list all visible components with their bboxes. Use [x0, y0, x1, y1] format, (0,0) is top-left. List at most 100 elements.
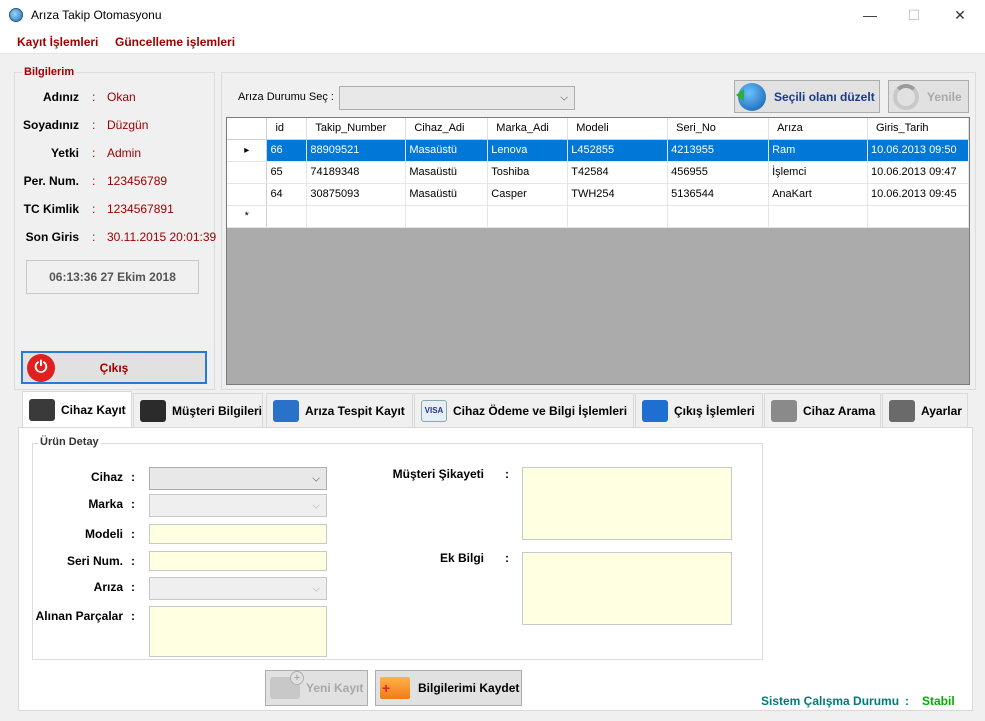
extra-info-colon: :: [505, 551, 509, 565]
field-select[interactable]: ⌵: [149, 577, 327, 600]
table-cell[interactable]: 88909521: [306, 139, 407, 162]
row-header[interactable]: [227, 183, 268, 206]
field-textarea[interactable]: [149, 606, 327, 657]
field-input[interactable]: [149, 524, 327, 544]
table-cell[interactable]: Masaüstü: [405, 139, 489, 162]
form-colon: :: [131, 470, 135, 484]
table-cell[interactable]: Lenova: [487, 139, 569, 162]
form-label: Arıza: [93, 580, 123, 594]
table-cell[interactable]: Ram: [768, 139, 868, 162]
table-cell[interactable]: L452855: [567, 139, 669, 162]
table-cell[interactable]: 10.06.2013 09:47: [867, 161, 969, 184]
table-cell[interactable]: T42584: [567, 161, 669, 184]
close-button[interactable]: ✕: [937, 0, 983, 30]
info-colon: :: [92, 230, 96, 244]
table-cell[interactable]: [867, 205, 969, 228]
tab-label: Cihaz Kayıt: [61, 403, 126, 417]
column-header[interactable]: Marka_Adi: [487, 118, 569, 140]
table-cell[interactable]: 10.06.2013 09:50: [867, 139, 969, 162]
exit-button[interactable]: ⏻ Çıkış: [21, 351, 207, 384]
save-button[interactable]: + Bilgilerimi Kaydet: [375, 670, 522, 706]
table-cell[interactable]: 30875093: [306, 183, 407, 206]
column-header[interactable]: id: [266, 118, 308, 140]
info-value: Okan: [107, 90, 136, 104]
table-cell[interactable]: 64: [266, 183, 308, 206]
form-label: Marka: [88, 497, 123, 511]
table-cell[interactable]: [266, 205, 308, 228]
table-cell[interactable]: 74189348: [306, 161, 407, 184]
status-label: Sistem Çalışma Durumu: [761, 694, 900, 708]
tab-4[interactable]: VISA Cihaz Ödeme ve Bilgi İşlemleri: [414, 393, 634, 427]
table-cell[interactable]: 456955: [667, 161, 770, 184]
info-colon: :: [92, 174, 96, 188]
tab-6[interactable]: Cihaz Arama: [764, 393, 881, 427]
edit-selected-button[interactable]: Seçili olanı düzelt: [734, 80, 880, 113]
column-header[interactable]: Giris_Tarih: [867, 118, 969, 140]
tab-3[interactable]: Arıza Tespit Kayıt: [266, 393, 413, 427]
table-row[interactable]: 64 30875093 Masaüstü Casper TWH254 5136544 Ana…: [227, 183, 969, 206]
complaint-colon: :: [505, 467, 509, 481]
table-cell[interactable]: [306, 205, 407, 228]
info-value: 1234567891: [107, 202, 174, 216]
table-cell[interactable]: [768, 205, 868, 228]
minimize-button[interactable]: —: [847, 0, 893, 30]
info-colon: :: [92, 146, 96, 160]
tab-5[interactable]: Çıkış İşlemleri: [635, 393, 763, 427]
table-cell[interactable]: Toshiba: [487, 161, 569, 184]
row-header[interactable]: ▸: [227, 139, 268, 162]
info-value: Admin: [107, 146, 142, 160]
info-value: Düzgün: [107, 118, 149, 132]
field-input[interactable]: [149, 551, 327, 571]
tab-7[interactable]: Ayarlar: [882, 393, 968, 427]
urun-detay-title: Ürün Detay: [38, 436, 101, 448]
table-cell[interactable]: 65: [266, 161, 308, 184]
field-select[interactable]: ⌵: [149, 494, 327, 517]
tab-label: Ayarlar: [921, 403, 962, 418]
table-cell[interactable]: [487, 205, 569, 228]
refresh-icon: [893, 83, 919, 110]
tab-label: Cihaz Ödeme ve Bilgi İşlemleri: [453, 403, 628, 418]
column-header[interactable]: Modeli: [567, 118, 669, 140]
table-row[interactable]: ▸ 66 88909521 Masaüstü Lenova L452855 4213955 R…: [227, 139, 969, 162]
filter-label: Arıza Durumu Seç :: [238, 91, 334, 103]
table-cell[interactable]: AnaKart: [768, 183, 868, 206]
table-cell[interactable]: Masaüstü: [405, 161, 489, 184]
column-header[interactable]: Takip_Number: [306, 118, 407, 140]
table-cell[interactable]: TWH254: [567, 183, 669, 206]
table-cell[interactable]: 10.06.2013 09:45: [867, 183, 969, 206]
form-colon: :: [131, 527, 135, 541]
tab-1[interactable]: Cihaz Kayıt: [22, 391, 132, 428]
tab-2[interactable]: Müşteri Bilgileri: [133, 393, 263, 427]
field-select[interactable]: ⌵: [149, 467, 327, 490]
tab-label: Müşteri Bilgileri: [172, 403, 263, 418]
table-cell[interactable]: [567, 205, 669, 228]
column-header[interactable]: Arıza: [768, 118, 868, 140]
table-cell[interactable]: 66: [266, 139, 308, 162]
info-value: 30.11.2015 20:01:39: [107, 230, 217, 244]
menu-guncelleme-islemleri[interactable]: Güncelleme işlemleri: [115, 35, 235, 49]
new-record-button[interactable]: + Yeni Kayıt: [265, 670, 368, 706]
menu-kayit-islemleri[interactable]: Kayıt İşlemleri: [17, 35, 98, 49]
column-header[interactable]: Cihaz_Adi: [405, 118, 489, 140]
table-row[interactable]: 65 74189348 Masaüstü Toshiba T42584 456955 İşl…: [227, 161, 969, 184]
table-cell[interactable]: [405, 205, 489, 228]
extra-info-textarea[interactable]: [522, 552, 732, 625]
records-grid[interactable]: id Takip_Number Cihaz_Adi Marka_Adi Modeli Se…: [226, 117, 970, 385]
form-colon: :: [131, 609, 135, 623]
table-cell[interactable]: Masaüstü: [405, 183, 489, 206]
table-cell[interactable]: [667, 205, 770, 228]
exit-door-icon: [642, 399, 668, 422]
row-header[interactable]: [227, 161, 268, 184]
new-row[interactable]: *: [227, 205, 969, 228]
menu-bar: Kayıt İşlemleri Güncelleme işlemleri: [0, 30, 985, 54]
refresh-button[interactable]: Yenile: [888, 80, 969, 113]
user-icon: [140, 399, 166, 422]
complaint-textarea[interactable]: [522, 467, 732, 540]
table-cell[interactable]: 4213955: [667, 139, 770, 162]
maximize-button[interactable]: ☐: [891, 0, 937, 30]
table-cell[interactable]: Casper: [487, 183, 569, 206]
table-cell[interactable]: İşlemci: [768, 161, 868, 184]
fault-status-select[interactable]: ⌵: [339, 86, 575, 110]
table-cell[interactable]: 5136544: [667, 183, 770, 206]
column-header[interactable]: Seri_No: [667, 118, 770, 140]
